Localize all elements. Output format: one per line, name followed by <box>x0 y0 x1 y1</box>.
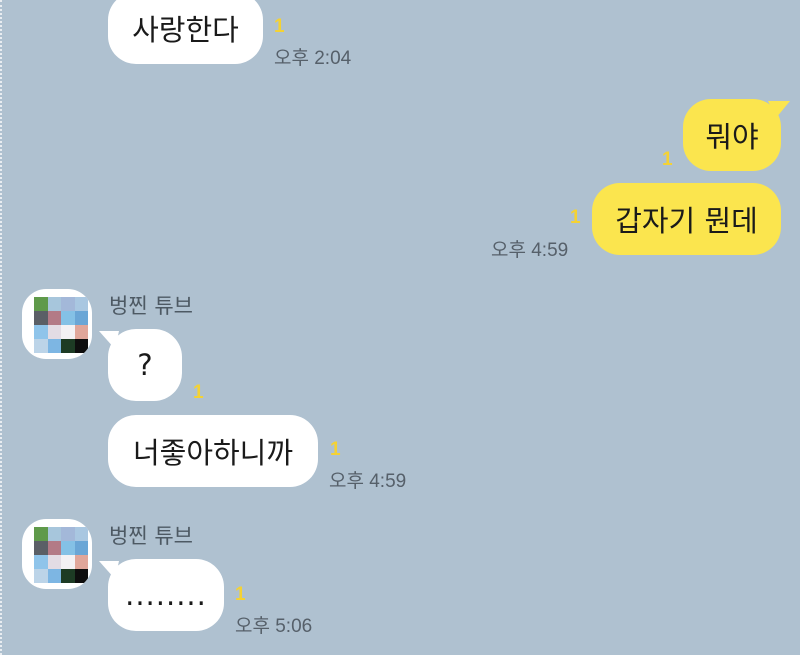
bubble-tail <box>99 331 119 349</box>
unread-count: 1 <box>193 382 204 403</box>
unread-count: 1 <box>274 16 285 37</box>
avatar[interactable] <box>22 519 92 589</box>
message-timestamp: 오후 4:59 <box>491 240 569 261</box>
message-timestamp: 오후 2:04 <box>274 48 352 69</box>
sender-name: 벙찐 튜브 <box>109 524 193 548</box>
message-bubble-incoming[interactable]: 사랑한다 <box>108 0 263 64</box>
unread-count: 1 <box>662 149 673 170</box>
message-text: 사랑한다 <box>132 13 239 47</box>
avatar[interactable] <box>22 289 92 359</box>
message-text: 갑자기 뭔데 <box>615 204 758 238</box>
bubble-tail <box>99 561 119 579</box>
message-bubble-incoming[interactable]: ........ <box>108 559 224 631</box>
pixelated-avatar-icon <box>34 297 88 353</box>
message-text: 뭐야 <box>705 120 759 154</box>
message-text: ? <box>137 348 153 382</box>
unread-count: 1 <box>570 207 581 228</box>
message-timestamp: 오후 5:06 <box>235 616 313 637</box>
sender-name: 벙찐 튜브 <box>109 294 193 318</box>
bubble-tail <box>768 101 790 118</box>
message-bubble-incoming[interactable]: 너좋아하니까 <box>108 415 318 487</box>
left-edge-divider <box>0 0 2 655</box>
unread-count: 1 <box>330 439 341 460</box>
message-bubble-outgoing[interactable]: 뭐야 <box>683 99 781 171</box>
unread-count: 1 <box>235 584 246 605</box>
message-text: ........ <box>125 578 207 612</box>
message-bubble-outgoing[interactable]: 갑자기 뭔데 <box>592 183 781 255</box>
message-timestamp: 오후 4:59 <box>329 471 407 492</box>
pixelated-avatar-icon <box>34 527 88 583</box>
message-text: 너좋아하니까 <box>132 436 294 470</box>
